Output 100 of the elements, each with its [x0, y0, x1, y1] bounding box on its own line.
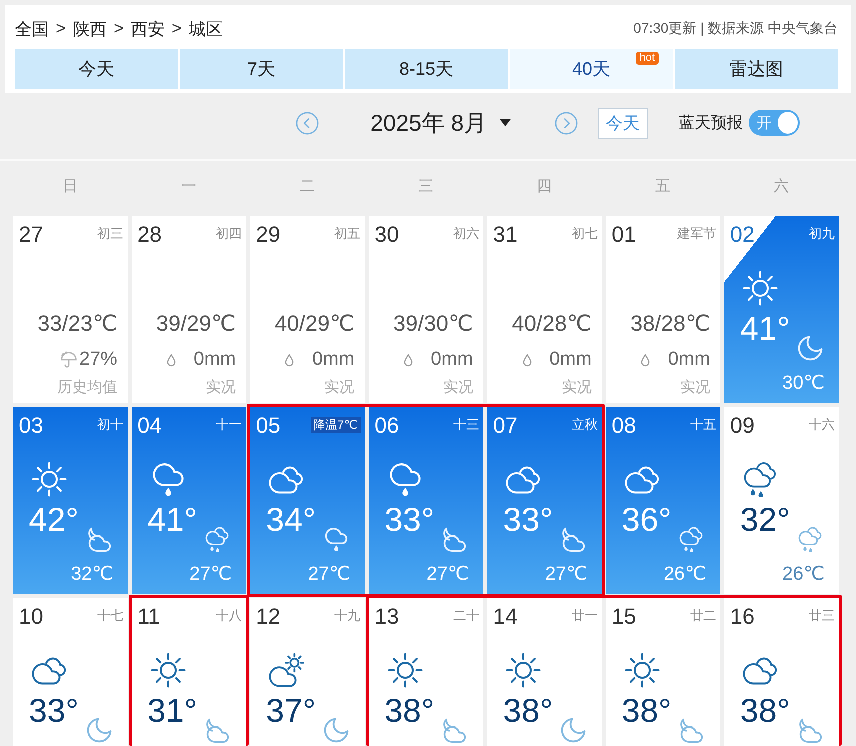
day-number: 29 [256, 222, 281, 248]
precipitation-value: 0mm [312, 348, 355, 372]
day-number: 09 [730, 413, 755, 439]
moon-cloud-icon [679, 718, 704, 743]
day-number: 13 [374, 604, 400, 630]
day-number: 02 [730, 222, 755, 248]
previous-month-button[interactable] [296, 112, 319, 134]
day-number: 06 [374, 413, 400, 439]
day-number: 30 [374, 222, 400, 248]
temperature-range: 33/23℃ [38, 310, 118, 338]
precipitation-value: 27% [80, 348, 118, 372]
sun-icon [32, 462, 67, 497]
precipitation-value: 0mm [194, 348, 236, 372]
lunar-date: 十七 [98, 607, 124, 625]
low-temperature: 26℃ [782, 563, 825, 587]
observation-note: 实况 [324, 378, 355, 398]
day-number: 01 [612, 222, 636, 248]
day-number: 03 [19, 413, 44, 439]
low-temperature: 27℃ [545, 563, 588, 587]
observation-note: 历史均值 [58, 378, 118, 398]
lunar-date: 二十 [453, 607, 480, 625]
day-number: 07 [493, 413, 518, 439]
high-temperature: 38° [503, 692, 554, 730]
low-temperature: 30℃ [782, 372, 825, 396]
high-temperature: 38° [384, 692, 435, 730]
tab[interactable]: 8-15天 [345, 49, 508, 89]
today-button[interactable]: 今天 [598, 108, 648, 138]
low-temperature: 27℃ [308, 563, 351, 587]
low-temperature: 26℃ [664, 563, 706, 587]
observation-note: 实况 [206, 378, 236, 398]
sun-icon [506, 653, 542, 688]
rain-cloud-icon [324, 527, 349, 552]
lunar-date: 廿三 [808, 607, 835, 625]
lunar-date: 十八 [216, 607, 242, 625]
moon-icon [560, 718, 586, 743]
rain-clouds-icon [743, 462, 778, 497]
breadcrumb-link[interactable]: 陕西 [72, 18, 107, 40]
day-number: 10 [19, 604, 44, 630]
chevron-left-icon [296, 112, 319, 134]
lunar-date: 十九 [334, 607, 361, 625]
tab[interactable]: 今天 [15, 49, 178, 89]
weekday-label: 日 [62, 177, 78, 196]
tab[interactable]: 7天 [180, 49, 343, 89]
moon-icon [324, 718, 349, 743]
moon-cloud-icon [442, 718, 468, 743]
next-month-button[interactable] [555, 112, 578, 134]
day-number: 28 [138, 222, 162, 248]
temperature-range: 38/28℃ [630, 310, 710, 338]
breadcrumb-link[interactable]: 西安 [130, 18, 165, 40]
day-number: 08 [612, 413, 636, 439]
breadcrumb-link[interactable]: 城区 [188, 18, 223, 40]
hot-badge: hot [636, 52, 659, 65]
high-temperature: 41° [740, 310, 790, 348]
tab[interactable]: 40天 hot [510, 49, 673, 89]
umbrella-icon [60, 351, 78, 369]
day-number: 16 [730, 604, 755, 630]
sun-icon [388, 653, 423, 688]
day-number: 14 [493, 604, 518, 630]
lunar-date: 初五 [334, 225, 361, 243]
weekday-label: 四 [537, 177, 552, 196]
observation-note: 实况 [680, 378, 710, 398]
high-temperature: 41° [148, 501, 198, 539]
moon-cloud-icon [798, 718, 823, 743]
lunar-date: 初七 [572, 225, 598, 243]
sun-icon [150, 653, 186, 688]
breadcrumb-link[interactable]: 全国 [15, 18, 49, 40]
lunar-date: 十六 [808, 416, 835, 434]
moon-cloud-icon [205, 718, 230, 743]
drop-icon [641, 354, 650, 366]
day-number: 11 [138, 604, 160, 630]
rain-cloud-icon [388, 462, 423, 497]
high-temperature: 33° [384, 501, 435, 539]
day-number: 04 [138, 413, 162, 439]
moon-icon [86, 718, 112, 743]
lunar-date: 十三 [453, 416, 480, 434]
tab[interactable]: 雷达图 [675, 49, 838, 89]
precipitation-value: 0mm [431, 348, 474, 372]
drop-icon [404, 354, 414, 366]
rain-clouds-icon [679, 527, 704, 552]
month-dropdown[interactable]: 2025年 8月 [370, 108, 511, 138]
observation-note: 实况 [443, 378, 474, 398]
day-number: 12 [256, 604, 281, 630]
drop-icon [522, 354, 532, 366]
temperature-range: 39/30℃ [394, 310, 474, 338]
day-number: 27 [19, 222, 44, 248]
high-temperature: 38° [622, 692, 672, 730]
lunar-date: 廿一 [572, 607, 598, 625]
sun-cloud-icon [269, 653, 304, 688]
lunar-date: 十一 [216, 416, 242, 434]
breadcrumb-separator: > [172, 19, 182, 39]
weekday-label: 五 [656, 177, 671, 196]
precipitation-value: 0mm [550, 348, 592, 372]
temperature-range: 40/28℃ [512, 310, 592, 338]
caret-icon [500, 119, 511, 127]
moon-cloud-icon [86, 527, 112, 552]
update-info: 07:30更新 | 数据来源 中央气象台 [634, 20, 838, 38]
temperature-drop-tag: 降温7℃ [310, 417, 361, 433]
lunar-date: 建军节 [677, 225, 716, 243]
drop-icon [166, 354, 176, 366]
moon-cloud-icon [560, 527, 586, 552]
